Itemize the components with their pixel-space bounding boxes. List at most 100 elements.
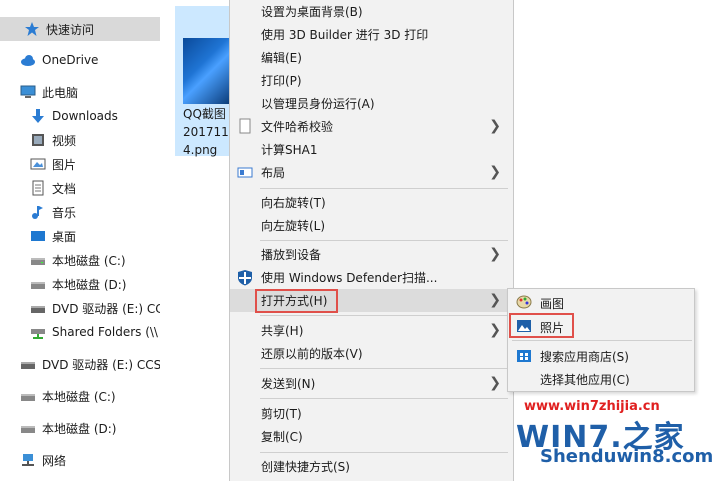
menu-item-print[interactable]: 打印(P)	[230, 69, 513, 92]
sidebar-item-network[interactable]: 网络	[0, 448, 160, 472]
menu-separator	[260, 398, 508, 399]
sidebar-item-label: 视频	[52, 133, 77, 148]
open-with-submenu: 画图 照片 搜索应用商店(S) 选择其他应用(C)	[507, 288, 695, 392]
chevron-right-icon: ❯	[489, 322, 501, 338]
menu-item-label: 设置为桌面背景(B)	[261, 5, 363, 19]
dvd-icon	[30, 300, 46, 316]
menu-item-defender-scan[interactable]: 使用 Windows Defender扫描...	[230, 266, 513, 289]
menu-separator	[260, 452, 508, 453]
menu-item-rotate-right[interactable]: 向右旋转(T)	[230, 191, 513, 214]
desktop-icon	[30, 228, 46, 244]
menu-item-sha1[interactable]: 计算SHA1	[230, 138, 513, 161]
submenu-item-paint[interactable]: 画图	[508, 291, 694, 314]
context-menu: 设置为桌面背景(B) 使用 3D Builder 进行 3D 打印 编辑(E) …	[229, 0, 514, 481]
cloud-icon	[20, 52, 36, 68]
sidebar-item-label: 本地磁盘 (D:)	[52, 277, 127, 292]
sidebar-item-drive-d[interactable]: 本地磁盘 (D:)	[0, 272, 160, 296]
sidebar-item-label: DVD 驱动器 (E:) CCS	[42, 357, 160, 372]
menu-item-label: 使用 3D Builder 进行 3D 打印	[261, 28, 429, 42]
submenu-item-choose-other-app[interactable]: 选择其他应用(C)	[508, 367, 694, 390]
chevron-right-icon: ❯	[489, 118, 501, 134]
submenu-item-search-store[interactable]: 搜索应用商店(S)	[508, 344, 694, 367]
menu-separator	[260, 188, 508, 189]
menu-separator	[260, 368, 508, 369]
picture-icon	[30, 156, 46, 172]
menu-item-send-to[interactable]: 发送到(N) ❯	[230, 372, 513, 395]
menu-separator	[260, 315, 508, 316]
video-icon	[30, 132, 46, 148]
sidebar-item-downloads[interactable]: Downloads	[0, 104, 160, 128]
sidebar-item-documents[interactable]: 文档	[0, 176, 160, 200]
menu-item-3d-print[interactable]: 使用 3D Builder 进行 3D 打印	[230, 23, 513, 46]
network-icon	[20, 452, 36, 468]
sidebar-item-label: OneDrive	[42, 53, 99, 67]
chevron-right-icon: ❯	[489, 375, 501, 391]
menu-item-layout[interactable]: 布局 ❯	[230, 161, 513, 184]
menu-item-label: 复制(C)	[261, 430, 303, 444]
menu-item-cast-to-device[interactable]: 播放到设备 ❯	[230, 243, 513, 266]
submenu-item-label: 搜索应用商店(S)	[540, 350, 629, 364]
computer-icon	[20, 84, 36, 100]
sidebar-item-this-pc[interactable]: 此电脑	[0, 80, 160, 104]
sidebar-item-label: 音乐	[52, 205, 77, 220]
file-name-line: 4.png	[183, 143, 218, 157]
sidebar-item-label: 本地磁盘 (D:)	[42, 421, 117, 436]
sidebar-item-dvd-e-2[interactable]: DVD 驱动器 (E:) CCS	[0, 352, 160, 376]
music-note-icon	[30, 204, 46, 220]
menu-item-label: 播放到设备	[261, 248, 322, 262]
sidebar-item-onedrive[interactable]: OneDrive	[0, 48, 160, 72]
menu-item-label: 还原以前的版本(V)	[261, 347, 363, 361]
paint-palette-icon	[516, 294, 532, 310]
menu-item-set-desktop-background[interactable]: 设置为桌面背景(B)	[230, 0, 513, 23]
menu-item-label: 共享(H)	[261, 324, 304, 338]
sidebar-item-desktop[interactable]: 桌面	[0, 224, 160, 248]
menu-item-share[interactable]: 共享(H) ❯	[230, 319, 513, 342]
file-name: QQ截图 201711 4.png	[183, 105, 231, 159]
star-icon	[24, 21, 40, 37]
sidebar-item-pictures[interactable]: 图片	[0, 152, 160, 176]
menu-item-rotate-left[interactable]: 向左旋转(L)	[230, 214, 513, 237]
drive-icon	[20, 420, 36, 436]
sidebar-item-drive-c-2[interactable]: 本地磁盘 (C:)	[0, 384, 160, 408]
menu-separator	[512, 340, 692, 341]
menu-item-label: 编辑(E)	[261, 51, 302, 65]
sidebar-item-label: Downloads	[52, 109, 118, 123]
sidebar-item-label: 本地磁盘 (C:)	[52, 253, 126, 268]
sidebar-item-music[interactable]: 音乐	[0, 200, 160, 224]
chevron-right-icon: ❯	[489, 246, 501, 262]
menu-item-restore-versions[interactable]: 还原以前的版本(V)	[230, 342, 513, 365]
menu-item-label: 以管理员身份运行(A)	[261, 97, 375, 111]
sidebar-item-quick-access[interactable]: 快速访问	[0, 17, 160, 41]
menu-item-run-as-admin[interactable]: 以管理员身份运行(A)	[230, 92, 513, 115]
layout-icon	[236, 164, 254, 181]
sidebar-item-drive-d-2[interactable]: 本地磁盘 (D:)	[0, 416, 160, 440]
drive-icon	[20, 388, 36, 404]
shield-icon	[236, 269, 254, 286]
menu-item-cut[interactable]: 剪切(T)	[230, 402, 513, 425]
drive-icon	[30, 252, 46, 268]
menu-item-file-hash[interactable]: 文件哈希校验 ❯	[230, 115, 513, 138]
sidebar-item-drive-c[interactable]: 本地磁盘 (C:)	[0, 248, 160, 272]
menu-item-label: 剪切(T)	[261, 407, 302, 421]
sidebar-item-dvd-e[interactable]: DVD 驱动器 (E:) CC	[0, 296, 160, 320]
sidebar-item-videos[interactable]: 视频	[0, 128, 160, 152]
sidebar-item-label: 图片	[52, 157, 77, 172]
file-icon	[236, 118, 254, 135]
menu-item-create-shortcut[interactable]: 创建快捷方式(S)	[230, 455, 513, 478]
menu-item-label: 向左旋转(L)	[261, 219, 326, 233]
sidebar-item-label: 网络	[42, 453, 67, 468]
chevron-right-icon: ❯	[489, 164, 501, 180]
sidebar-item-shared-folders[interactable]: Shared Folders (\\	[0, 320, 160, 344]
sidebar-item-label: 桌面	[52, 229, 77, 244]
sidebar-item-label: 此电脑	[42, 85, 79, 100]
dvd-icon	[20, 356, 36, 372]
network-drive-icon	[30, 324, 46, 340]
file-thumbnail[interactable]	[183, 38, 229, 104]
menu-item-copy[interactable]: 复制(C)	[230, 425, 513, 448]
sidebar-item-label: 文档	[52, 181, 77, 196]
submenu-item-label: 选择其他应用(C)	[540, 373, 630, 387]
menu-item-edit[interactable]: 编辑(E)	[230, 46, 513, 69]
submenu-item-label: 画图	[540, 297, 565, 311]
menu-item-label: 计算SHA1	[261, 143, 318, 157]
drive-icon	[30, 276, 46, 292]
